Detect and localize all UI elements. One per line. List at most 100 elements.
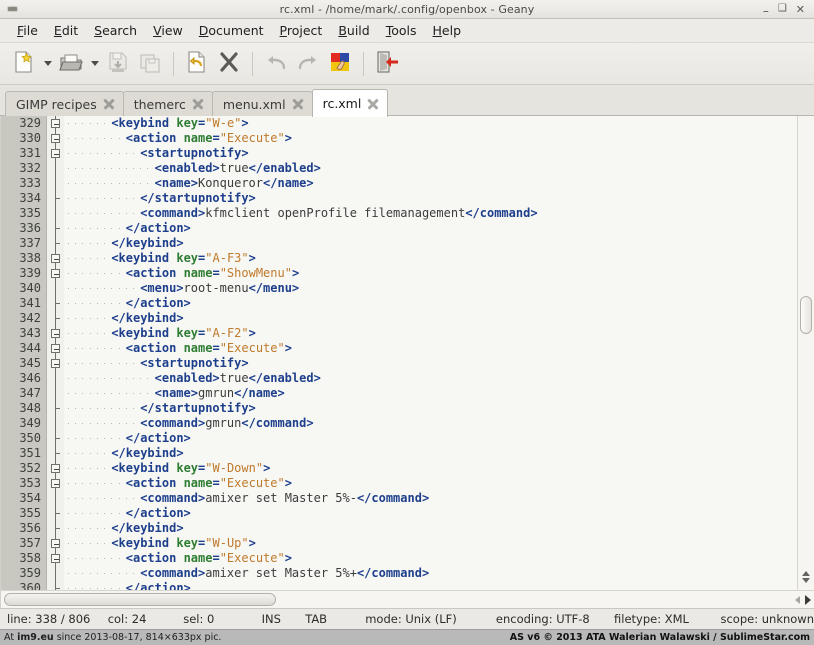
fold-margin[interactable] [47, 206, 64, 221]
code-text: </keybind> [64, 446, 797, 461]
fold-margin[interactable] [47, 566, 64, 581]
save-all-button [134, 48, 166, 80]
fold-collapse-icon[interactable] [51, 464, 60, 473]
scroll-right-icon[interactable] [805, 594, 811, 605]
fold-collapse-icon[interactable] [51, 479, 60, 488]
horizontal-scrollbar-thumb[interactable] [4, 593, 276, 606]
tab-menu-xml[interactable]: menu.xml [211, 91, 313, 116]
compile-button[interactable] [324, 48, 356, 80]
tab-gimp-recipes[interactable]: GIMP recipes [5, 91, 124, 116]
fold-collapse-icon[interactable] [51, 254, 60, 263]
fold-margin[interactable] [47, 551, 64, 566]
indent-guide [96, 386, 104, 401]
fold-margin[interactable] [47, 476, 64, 491]
fold-collapse-icon[interactable] [51, 359, 60, 368]
status-overwrite[interactable]: INS [262, 612, 306, 626]
menu-help[interactable]: Help [425, 21, 470, 40]
fold-collapse-icon[interactable] [51, 134, 60, 143]
scroll-down-icon[interactable] [802, 578, 810, 583]
indent-guide [75, 281, 82, 296]
fold-collapse-icon[interactable] [51, 344, 60, 353]
fold-collapse-icon[interactable] [51, 149, 60, 158]
scroll-up-icon[interactable] [802, 571, 810, 576]
fold-collapse-icon[interactable] [51, 329, 60, 338]
fold-margin[interactable] [47, 281, 64, 296]
fold-margin[interactable] [47, 221, 64, 236]
minimize-button[interactable]: – [763, 5, 769, 17]
fold-margin[interactable] [47, 161, 64, 176]
revert-button[interactable] [181, 48, 213, 80]
quit-button[interactable] [371, 48, 403, 80]
menu-tools[interactable]: Tools [378, 21, 425, 40]
new-document-button[interactable] [8, 48, 40, 80]
fold-margin[interactable] [47, 386, 64, 401]
menu-project[interactable]: Project [272, 21, 331, 40]
fold-margin[interactable] [47, 581, 64, 590]
fold-margin[interactable] [47, 311, 64, 326]
tab-close-icon[interactable] [292, 98, 304, 110]
fold-margin[interactable] [47, 446, 64, 461]
menu-file[interactable]: File [9, 21, 46, 40]
fold-margin[interactable] [47, 506, 64, 521]
fold-margin[interactable] [47, 251, 64, 266]
fold-margin[interactable] [47, 341, 64, 356]
new-document-dropdown[interactable] [40, 48, 55, 80]
menu-build[interactable]: Build [330, 21, 377, 40]
fold-margin[interactable] [47, 521, 64, 536]
code-token-equals: = [212, 266, 220, 280]
fold-margin[interactable] [47, 416, 64, 431]
close-button[interactable]: ✕ [796, 4, 805, 15]
fold-margin[interactable] [47, 236, 64, 251]
fold-margin[interactable] [47, 461, 64, 476]
fold-margin[interactable] [47, 266, 64, 281]
menu-document[interactable]: Document [191, 21, 272, 40]
menu-view[interactable]: View [145, 21, 191, 40]
indent-guide [89, 206, 97, 221]
fold-margin[interactable] [47, 131, 64, 146]
code-text: <startupnotify> [64, 356, 797, 371]
fold-margin[interactable] [47, 401, 64, 416]
fold-margin[interactable] [47, 146, 64, 161]
open-file-dropdown[interactable] [87, 48, 102, 80]
close-document-button[interactable] [213, 48, 245, 80]
fold-margin[interactable] [47, 356, 64, 371]
code-line: 329 <keybind key="W-e"> [1, 116, 797, 131]
fold-margin[interactable] [47, 191, 64, 206]
fold-margin[interactable] [47, 491, 64, 506]
fold-collapse-icon[interactable] [51, 554, 60, 563]
fold-margin[interactable] [47, 116, 64, 131]
vertical-scrollbar-thumb[interactable] [800, 296, 812, 334]
horizontal-scrollbar[interactable] [1, 590, 814, 608]
tab-close-icon[interactable] [103, 98, 115, 110]
status-indent[interactable]: TAB [305, 612, 365, 626]
fold-margin[interactable] [47, 536, 64, 551]
scroll-left-icon[interactable] [795, 595, 800, 604]
code-token-string: "Execute" [219, 476, 285, 490]
maximize-button[interactable]: ❑ [778, 4, 787, 14]
menu-edit[interactable]: Edit [46, 21, 86, 40]
fold-margin[interactable] [47, 371, 64, 386]
menu-search[interactable]: Search [86, 21, 145, 40]
tab-rc-xml[interactable]: rc.xml [311, 89, 389, 117]
fold-collapse-icon[interactable] [51, 269, 60, 278]
fold-margin[interactable] [47, 296, 64, 311]
line-number: 331 [1, 146, 47, 161]
fold-collapse-icon[interactable] [51, 119, 60, 128]
code-token-tag: </keybind> [111, 521, 184, 535]
vertical-scrollbar[interactable] [797, 116, 814, 590]
fold-margin[interactable] [47, 431, 64, 446]
tab-close-icon[interactable] [192, 98, 204, 110]
fold-margin[interactable] [47, 176, 64, 191]
indent-guide [96, 521, 104, 536]
fold-margin[interactable] [47, 326, 64, 341]
indent-guide [89, 461, 97, 476]
code-editor[interactable]: 329 <keybind key="W-e"> 330 <action name="E… [1, 116, 797, 590]
tab-close-icon[interactable] [367, 98, 379, 110]
open-file-button[interactable] [55, 48, 87, 80]
indent-guide [147, 386, 154, 401]
fold-collapse-icon[interactable] [51, 539, 60, 548]
indent-guide [118, 551, 126, 566]
tab-themerc[interactable]: themerc [122, 91, 213, 116]
code-text: <command>amixer set Master 5%-</command> [64, 491, 797, 506]
